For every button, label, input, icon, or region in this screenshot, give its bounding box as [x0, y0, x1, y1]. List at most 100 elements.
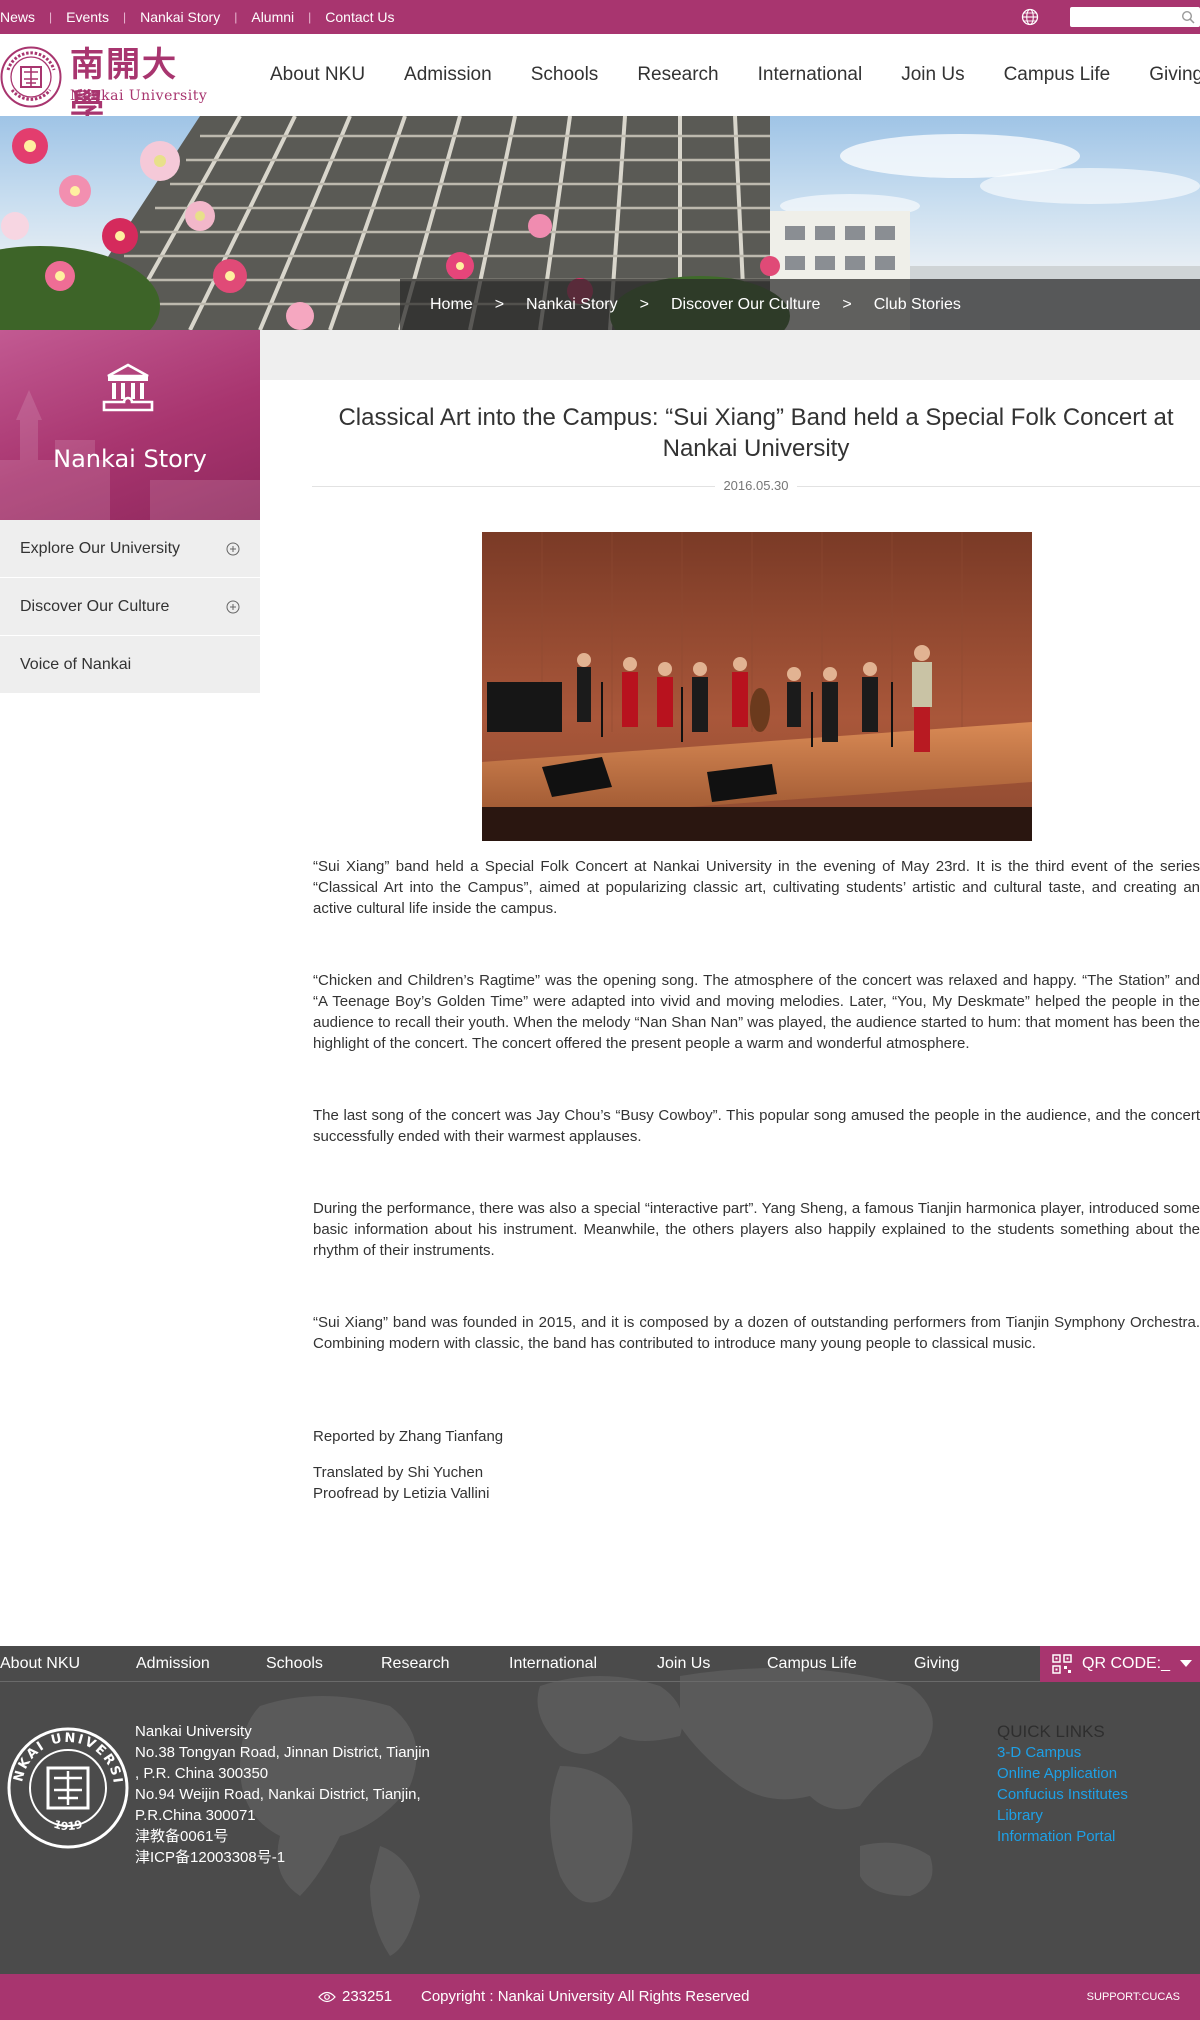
university-seal-icon: NANKAI UNIVERSITY 1919 [6, 1726, 129, 1849]
article-paragraph: During the performance, there was also a… [313, 1200, 1200, 1259]
footer-nav-join-us[interactable]: Join Us [657, 1655, 710, 1673]
sidebar-title: Nankai Story [53, 445, 207, 473]
building-silhouette-image [0, 390, 260, 520]
copyright-text: Copyright : Nankai University All Rights… [421, 1988, 750, 2005]
address-line: P.R.China 300071 [135, 1807, 256, 1824]
seal-text: NANKAI UNIVERSITY [6, 1726, 123, 1786]
quick-links: QUICK LINKS 3-D Campus Online Applicatio… [997, 1721, 1128, 1847]
nav-giving[interactable]: Giving [1149, 64, 1200, 86]
quick-link-library[interactable]: Library [997, 1805, 1128, 1826]
breadcrumb-club-stories: Club Stories [873, 295, 961, 313]
address-line: Nankai University [135, 1723, 252, 1740]
article-paragraph: The last song of the concert was Jay Cho… [313, 1107, 1200, 1145]
eye-icon [318, 1991, 336, 2003]
university-seal-icon [0, 46, 62, 108]
seal-year: 1919 [52, 1818, 84, 1833]
quick-link-information-portal[interactable]: Information Portal [997, 1826, 1128, 1847]
qr-code-dropdown[interactable]: QR CODE:_ [1040, 1646, 1200, 1682]
qr-code-label: QR CODE:_ [1082, 1655, 1171, 1672]
footer-nav-schools[interactable]: Schools [266, 1655, 323, 1673]
sidebar-item-voice-of-nankai[interactable]: Voice of Nankai [0, 636, 260, 694]
proofreader-credit: Proofread by Letizia Vallini [313, 1485, 490, 1502]
svg-text:1919: 1919 [52, 1818, 84, 1833]
sidebar-menu: Explore Our University Discover Our Cult… [0, 520, 260, 694]
address-line: No.38 Tongyan Road, Jinnan District, Tia… [135, 1744, 430, 1761]
utility-link-alumni[interactable]: Alumni [237, 9, 308, 25]
breadcrumb-nankai-story[interactable]: Nankai Story [526, 296, 618, 314]
quick-links-title: QUICK LINKS [997, 1722, 1105, 1741]
translator-credit: Translated by Shi Yuchen [313, 1464, 484, 1481]
quick-link-confucius-institutes[interactable]: Confucius Institutes [997, 1784, 1128, 1805]
article-photo-concert [482, 532, 1032, 841]
sidebar-item-label: Explore Our University [20, 539, 181, 557]
nav-join-us[interactable]: Join Us [901, 64, 964, 86]
quick-link-online-application[interactable]: Online Application [997, 1763, 1128, 1784]
nav-research[interactable]: Research [637, 64, 718, 86]
article-paragraph: “Chicken and Children’s Ragtime” was the… [313, 972, 1200, 1052]
breadcrumb-discover-our-culture[interactable]: Discover Our Culture [671, 296, 820, 314]
breadcrumb-separator: > [639, 295, 649, 313]
expand-plus-icon[interactable] [226, 600, 240, 614]
qr-code-icon [1052, 1654, 1072, 1674]
sidebar-item-label: Voice of Nankai [20, 655, 132, 673]
site-header: 南開大學 Nankai University About NKU Admissi… [0, 34, 1200, 127]
address-line: 津教备0061号 [135, 1828, 229, 1845]
logo-english-name: Nankai University [70, 88, 208, 104]
search-icon[interactable] [1180, 9, 1196, 25]
footer-nav-international[interactable]: International [509, 1655, 597, 1673]
breadcrumb-separator: > [842, 295, 852, 313]
article-title: Classical Art into the Campus: “Sui Xian… [338, 404, 1174, 462]
sidebar-item-explore-our-university[interactable]: Explore Our University [0, 520, 260, 578]
footer-nav-about-nku[interactable]: About NKU [0, 1655, 80, 1673]
chevron-down-icon [1180, 1660, 1192, 1667]
footer-nav-giving[interactable]: Giving [914, 1655, 959, 1673]
search-input[interactable] [1070, 7, 1175, 27]
nav-admission[interactable]: Admission [404, 64, 492, 86]
hero-banner-image: Home > Nankai Story > Discover Our Cultu… [0, 116, 1200, 330]
concert-stage-image [482, 532, 1032, 841]
footer-nav-admission[interactable]: Admission [136, 1655, 210, 1673]
top-utility-bar: News | Events | Nankai Story | Alumni | … [0, 0, 1200, 34]
nav-campus-life[interactable]: Campus Life [1004, 64, 1111, 86]
footer-nav-campus-life[interactable]: Campus Life [767, 1655, 857, 1673]
article-credits: Reported by Zhang Tianfang Translated by… [313, 1426, 913, 1504]
university-logo[interactable]: 南開大學 Nankai University [0, 44, 210, 127]
utility-link-news[interactable]: News [0, 9, 49, 25]
article-date-text: 2016.05.30 [715, 478, 797, 493]
address-line: 津ICP备12003308号-1 [135, 1849, 286, 1866]
nav-about-nku[interactable]: About NKU [270, 64, 365, 86]
expand-plus-icon[interactable] [226, 542, 240, 556]
utility-links: News | Events | Nankai Story | Alumni | … [0, 0, 409, 34]
breadcrumb-separator: > [494, 295, 505, 313]
utility-link-events[interactable]: Events [52, 9, 123, 25]
article-paragraph: “Sui Xiang” band was founded in 2015, an… [313, 1314, 1200, 1352]
visit-counter: 233251 [342, 1988, 393, 2005]
sidebar-item-label: Discover Our Culture [20, 597, 170, 615]
address-line: , P.R. China 300350 [135, 1765, 269, 1782]
main-navigation: About NKU Admission Schools Research Int… [270, 34, 1200, 116]
quick-link-3d-campus[interactable]: 3-D Campus [997, 1742, 1128, 1763]
svg-text:NANKAI UNIVERSITY: NANKAI UNIVERSITY [6, 1726, 125, 1786]
article-date: 2016.05.30 [312, 478, 1200, 493]
utility-link-nankai-story[interactable]: Nankai Story [126, 9, 234, 25]
breadcrumb: Home > Nankai Story > Discover Our Cultu… [400, 279, 1200, 330]
content-top-bar [260, 330, 1200, 380]
footer-address: Nankai University No.38 Tongyan Road, Ji… [135, 1721, 430, 1868]
globe-icon[interactable] [1020, 7, 1040, 27]
utility-link-contact-us[interactable]: Contact Us [311, 9, 408, 25]
article-paragraph: “Sui Xiang” band held a Special Folk Con… [313, 858, 1200, 917]
footer-navigation: About NKU Admission Schools Research Int… [0, 1646, 1200, 1682]
sidebar-item-discover-our-culture[interactable]: Discover Our Culture [0, 578, 260, 636]
article-body: “Sui Xiang” band held a Special Folk Con… [313, 856, 1200, 1405]
address-line: No.94 Weijin Road, Nankai District, Tian… [135, 1786, 421, 1803]
nav-international[interactable]: International [758, 64, 863, 86]
support-credit[interactable]: SUPPORT:CUCAS [1087, 1991, 1180, 2003]
copyright-bar: 233251 Copyright : Nankai University All… [0, 1974, 1200, 2020]
site-footer: About NKU Admission Schools Research Int… [0, 1646, 1200, 1974]
footer-nav-research[interactable]: Research [381, 1655, 449, 1673]
library-building-icon [102, 363, 154, 412]
nav-schools[interactable]: Schools [531, 64, 599, 86]
breadcrumb-home[interactable]: Home [430, 296, 473, 314]
search-box [1070, 7, 1200, 27]
reporter-credit: Reported by Zhang Tianfang [313, 1428, 504, 1445]
